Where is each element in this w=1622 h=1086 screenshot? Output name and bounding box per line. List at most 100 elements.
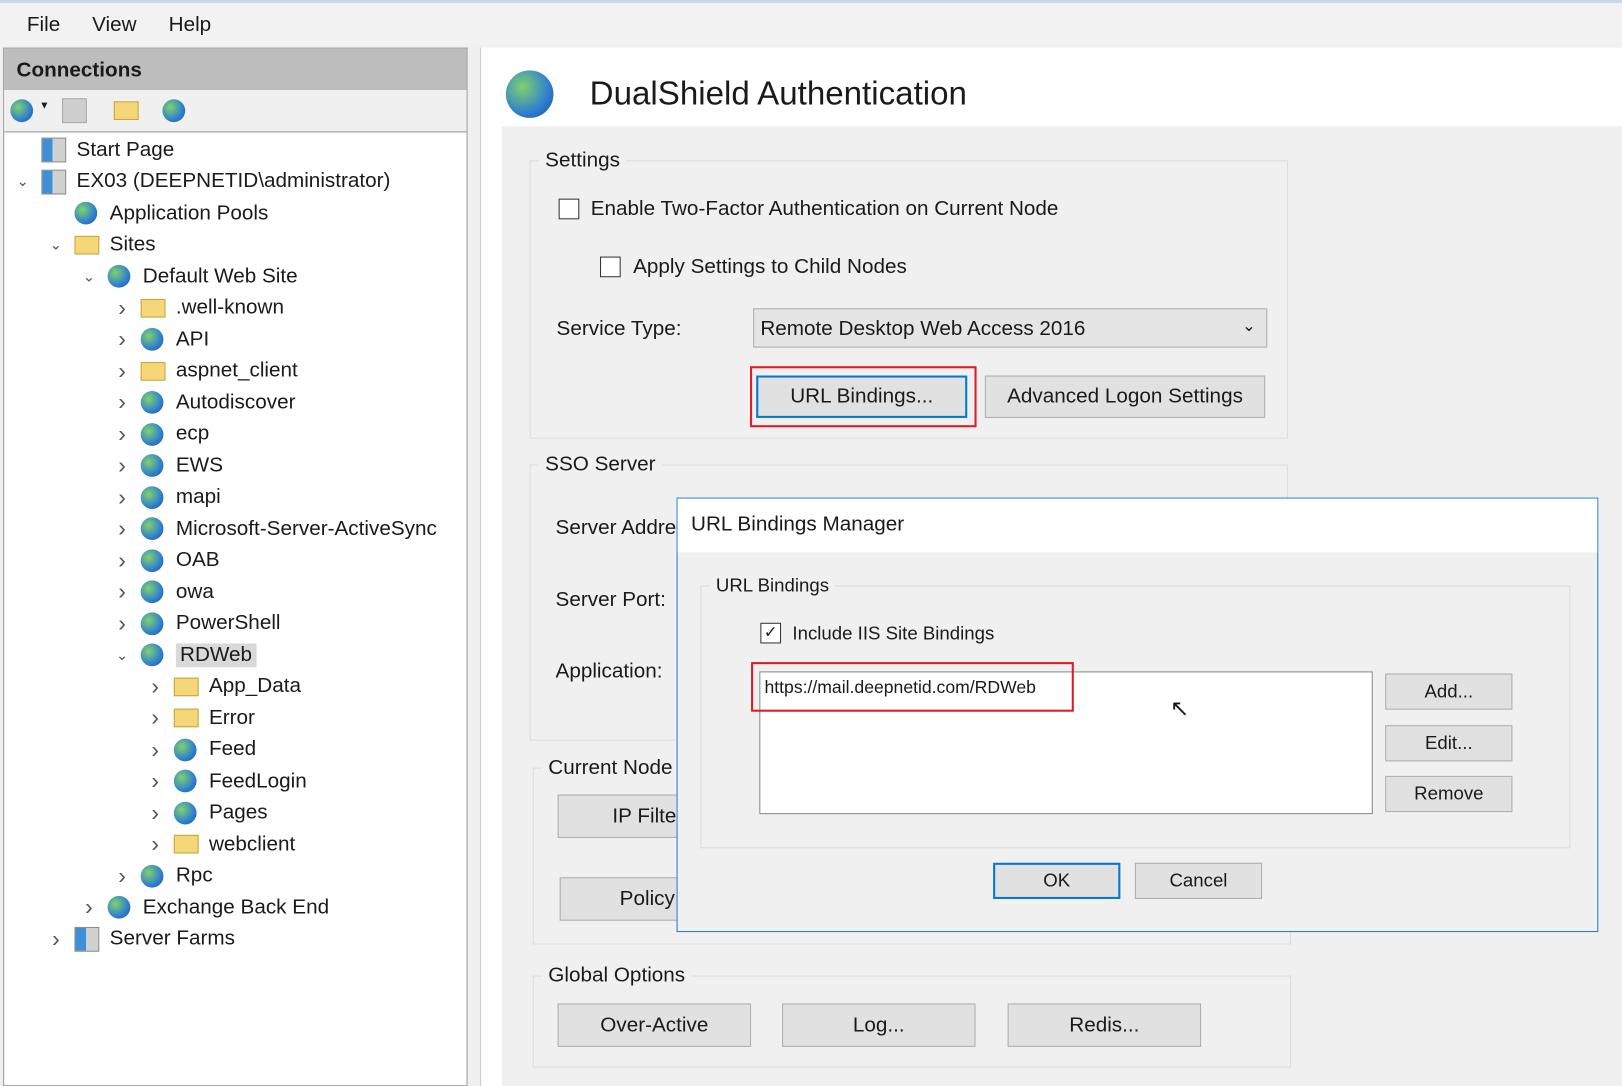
advanced-logon-button[interactable]: Advanced Logon Settings <box>984 375 1266 418</box>
menu-view[interactable]: View <box>92 13 136 37</box>
disconnect-icon[interactable] <box>162 99 186 123</box>
tree-item-label: .well-known <box>175 295 284 319</box>
apply-child-checkbox[interactable] <box>600 256 621 278</box>
chevron-right-icon[interactable]: › <box>147 673 164 700</box>
tree-item-label: Pages <box>208 800 268 824</box>
chevron-down-icon[interactable]: ⌄ <box>114 646 131 664</box>
tree-item[interactable]: › Pages <box>147 798 268 827</box>
tree-item[interactable]: › Exchange Back End <box>81 893 329 922</box>
tree-item[interactable]: ⌄ EX03 (DEEPNETID\administrator) <box>14 167 390 196</box>
tree-item[interactable]: › Rpc <box>114 861 212 890</box>
chevron-right-icon[interactable]: › <box>114 294 131 321</box>
chevron-right-icon[interactable]: › <box>48 925 65 952</box>
url-bindings-legend: URL Bindings <box>715 575 830 596</box>
folder-icon <box>140 298 166 318</box>
chevron-right-icon[interactable]: › <box>114 484 131 511</box>
tree-item[interactable]: › Error <box>147 703 255 732</box>
cancel-button[interactable]: Cancel <box>1134 862 1263 899</box>
tree-item[interactable]: › Feed <box>147 735 256 764</box>
tree-item-label: mapi <box>175 485 221 508</box>
highlight-box <box>751 662 1074 712</box>
chevron-right-icon[interactable]: › <box>114 547 131 574</box>
chevron-down-icon[interactable]: ⌄ <box>48 236 65 254</box>
chevron-right-icon[interactable]: › <box>147 704 164 731</box>
chevron-right-icon[interactable]: › <box>147 736 164 763</box>
tree-item[interactable]: Application Pools <box>48 199 268 228</box>
chevron-right-icon[interactable]: › <box>147 831 164 858</box>
page-title: DualShield Authentication <box>589 74 967 112</box>
remove-button[interactable]: Remove <box>1385 775 1513 813</box>
tree-item-label: webclient <box>208 832 296 856</box>
tree-item[interactable]: › API <box>114 325 209 354</box>
tree-item[interactable]: › OAB <box>114 546 219 575</box>
service-type-label: Service Type: <box>556 317 682 341</box>
globe-icon <box>140 517 164 541</box>
globe-icon <box>140 454 164 477</box>
tree-item[interactable]: Start Page <box>14 136 174 165</box>
enable-2fa-checkbox[interactable] <box>558 198 580 220</box>
chevron-right-icon[interactable]: › <box>114 452 131 479</box>
chevron-right-icon[interactable]: › <box>114 326 131 353</box>
chevron-down-icon[interactable]: ⌄ <box>14 173 31 191</box>
log-button[interactable]: Log... <box>782 1003 976 1047</box>
menu-help[interactable]: Help <box>169 13 212 37</box>
folder-icon <box>140 361 166 381</box>
tree-item[interactable]: › EWS <box>114 451 223 480</box>
tree-item-label: Start Page <box>76 138 175 161</box>
chevron-right-icon[interactable]: › <box>81 894 98 921</box>
add-button[interactable]: Add... <box>1385 673 1513 710</box>
tree-item[interactable]: ⌄ Sites <box>48 230 156 259</box>
chevron-right-icon[interactable]: › <box>114 357 131 384</box>
tree-item[interactable]: › .well-known <box>114 293 284 322</box>
chevron-right-icon[interactable]: › <box>114 578 131 605</box>
up-folder-icon[interactable] <box>113 101 139 121</box>
chevron-right-icon[interactable]: › <box>114 389 131 416</box>
tree-item[interactable]: › ecp <box>114 419 209 448</box>
chevron-right-icon[interactable]: › <box>147 799 164 826</box>
chevron-right-icon[interactable]: › <box>114 862 131 889</box>
edit-button[interactable]: Edit... <box>1385 725 1513 762</box>
globe-icon <box>140 580 164 604</box>
tree-item-label: Sites <box>109 232 156 256</box>
globe-icon <box>140 643 164 667</box>
enable-2fa-label: Enable Two-Factor Authentication on Curr… <box>590 197 1059 221</box>
tree-item[interactable]: ⌄ RDWeb <box>114 640 257 669</box>
tree-item-label: Feed <box>208 737 257 761</box>
save-icon[interactable] <box>62 98 87 124</box>
include-iis-checkbox[interactable]: ✓ <box>760 622 782 644</box>
tree-item-label: Exchange Back End <box>142 895 330 919</box>
connections-toolbar: ▼ <box>4 90 467 133</box>
ok-button[interactable]: OK <box>993 862 1121 899</box>
chevron-right-icon[interactable]: › <box>147 768 164 795</box>
tree-item[interactable]: › aspnet_client <box>114 356 298 385</box>
tree-item[interactable]: › Server Farms <box>48 924 235 953</box>
dualshield-globe-icon <box>505 70 554 118</box>
tree-item[interactable]: › owa <box>114 577 214 606</box>
chevron-down-icon[interactable]: ⌄ <box>81 267 98 285</box>
tree-item-label: Default Web Site <box>142 264 298 288</box>
globe-icon <box>74 201 98 225</box>
tree-item[interactable]: › FeedLogin <box>147 767 306 796</box>
tree-item[interactable]: › mapi <box>114 483 221 512</box>
tree-item[interactable]: › webclient <box>147 830 295 859</box>
tree-item-label: owa <box>175 579 214 603</box>
tree-item-label: RDWeb <box>175 642 257 667</box>
over-active-button[interactable]: Over-Active <box>557 1003 752 1047</box>
tree-item[interactable]: › Microsoft-Server-ActiveSync <box>114 514 437 543</box>
tree-item[interactable]: › Autodiscover <box>114 388 295 417</box>
tree-item[interactable]: › PowerShell <box>114 609 280 638</box>
tree-item[interactable]: ⌄ Default Web Site <box>81 262 298 291</box>
menu-file[interactable]: File <box>27 13 60 37</box>
globe-icon <box>173 738 197 761</box>
redis-button[interactable]: Redis... <box>1007 1003 1202 1047</box>
tree-item-label: EX03 (DEEPNETID\administrator) <box>76 169 391 193</box>
highlight-box <box>750 366 977 428</box>
current-node-legend: Current Node <box>548 756 673 779</box>
connect-globe-icon[interactable] <box>10 99 34 123</box>
chevron-right-icon[interactable]: › <box>114 421 131 448</box>
chevron-right-icon[interactable]: › <box>114 515 131 542</box>
service-type-select[interactable]: Remote Desktop Web Access 2016 ⌄ <box>753 308 1268 348</box>
dropdown-arrow-icon[interactable]: ▼ <box>39 100 49 111</box>
chevron-right-icon[interactable]: › <box>114 610 131 637</box>
tree-item[interactable]: › App_Data <box>147 672 301 701</box>
